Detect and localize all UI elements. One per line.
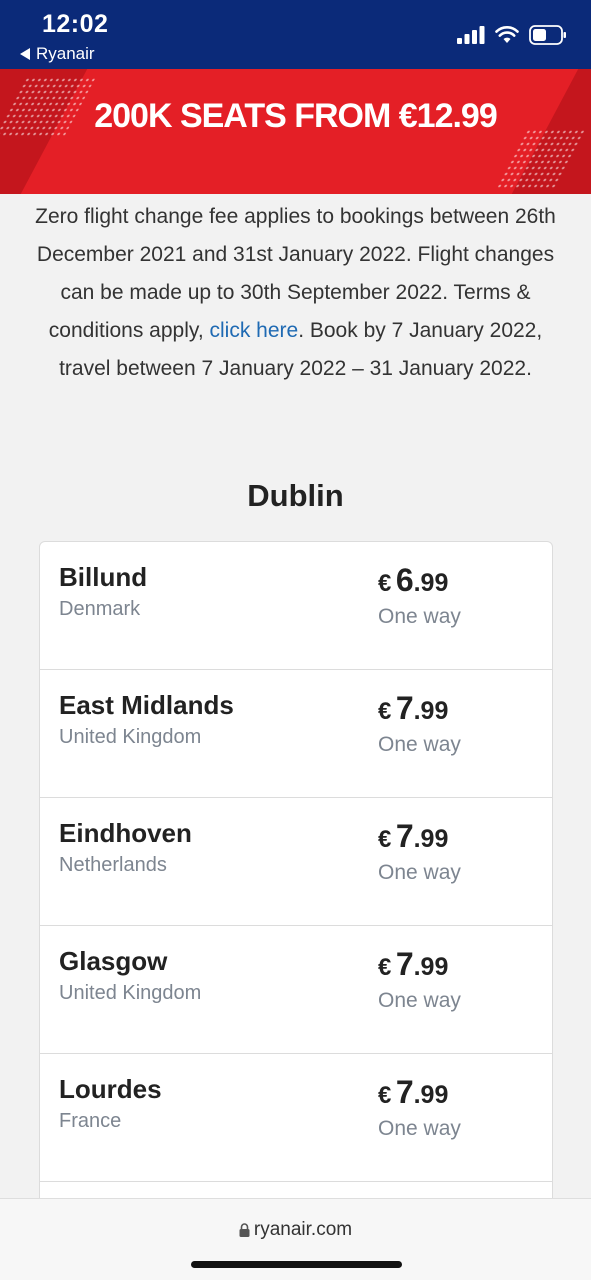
price-integer: 6	[395, 562, 414, 598]
fare-price: € 6.99	[378, 562, 448, 599]
fare-price: € 7.99	[378, 946, 448, 983]
price-currency: €	[378, 1082, 392, 1109]
banner-headline: 200K SEATS FROM €12.99	[94, 97, 498, 135]
price-currency: €	[378, 698, 392, 725]
address-bar[interactable]: ryanair.com	[0, 1219, 591, 1241]
destination-country: Denmark	[59, 598, 141, 620]
destination-city: East Midlands	[59, 690, 234, 720]
status-bar: 12:02 Ryanair	[0, 0, 591, 69]
price-decimal: .99	[413, 825, 449, 853]
back-app-label: Ryanair	[36, 44, 95, 63]
url-text: ryanair.com	[253, 1219, 353, 1240]
price-decimal: .99	[413, 953, 449, 981]
lock-icon	[239, 1223, 250, 1237]
promo-banner[interactable]: 200K SEATS FROM €12.99	[0, 69, 591, 194]
status-icons	[457, 25, 567, 45]
fare-type: One way	[378, 733, 461, 756]
destination-city: Glasgow	[59, 946, 168, 976]
price-currency: €	[378, 826, 392, 853]
destination-row[interactable]: Eindhoven Netherlands € 7.99 One way	[40, 798, 552, 926]
fare-price: € 7.99	[378, 690, 448, 727]
fare-price: € 7.99	[378, 818, 448, 855]
cellular-signal-icon	[457, 26, 485, 44]
fare-type: One way	[378, 861, 461, 884]
destination-country: United Kingdom	[59, 726, 202, 748]
destination-row[interactable]: Lourdes France € 7.99 One way	[40, 1054, 552, 1182]
fare-price: € 7.99	[378, 1074, 448, 1111]
origin-city-title: Dublin	[247, 478, 344, 513]
fare-type: One way	[378, 989, 461, 1012]
browser-bottom-bar: ryanair.com	[0, 1198, 591, 1280]
price-integer: 7	[395, 1074, 414, 1110]
fare-type: One way	[378, 605, 461, 628]
destination-country: Netherlands	[59, 854, 167, 876]
destination-country: United Kingdom	[59, 982, 202, 1004]
destination-list: Billund Denmark € 6.99 One way East Midl…	[39, 541, 553, 1241]
price-decimal: .99	[413, 569, 449, 597]
price-integer: 7	[395, 818, 414, 854]
destination-row[interactable]: Billund Denmark € 6.99 One way	[40, 542, 552, 670]
back-to-app-button[interactable]: Ryanair	[20, 44, 95, 64]
promo-terms-text: Zero flight change fee applies to bookin…	[30, 198, 561, 388]
destination-row[interactable]: Glasgow United Kingdom € 7.99 One way	[40, 926, 552, 1054]
price-integer: 7	[395, 946, 414, 982]
battery-icon	[529, 25, 566, 45]
price-currency: €	[378, 570, 392, 597]
destination-city: Billund	[59, 562, 148, 592]
fare-type: One way	[378, 1117, 461, 1140]
back-arrow-icon	[20, 48, 30, 60]
terms-link[interactable]: click here	[210, 319, 299, 342]
price-decimal: .99	[413, 697, 449, 725]
destination-city: Lourdes	[59, 1074, 162, 1104]
status-time: 12:02	[42, 10, 109, 38]
price-decimal: .99	[413, 1081, 449, 1109]
destination-country: France	[59, 1110, 122, 1132]
home-indicator[interactable]	[191, 1261, 402, 1268]
destination-row[interactable]: East Midlands United Kingdom € 7.99 One …	[40, 670, 552, 798]
wifi-icon	[495, 26, 519, 43]
price-integer: 7	[395, 690, 414, 726]
price-currency: €	[378, 954, 392, 981]
destination-city: Eindhoven	[59, 818, 192, 848]
